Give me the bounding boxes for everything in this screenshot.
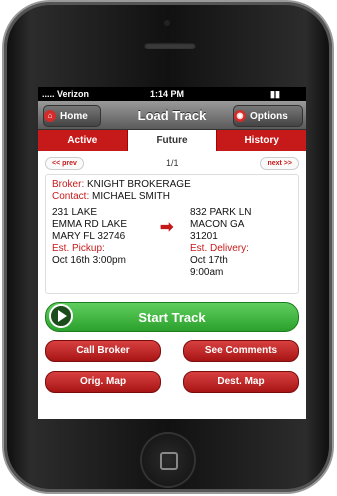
- start-track-button[interactable]: Start Track: [45, 302, 299, 332]
- content-area: << prev 1/1 next >> Broker: KNIGHT BROKE…: [38, 151, 306, 406]
- load-card[interactable]: Broker: KNIGHT BROKERAGE Contact: MICHAE…: [45, 174, 299, 294]
- call-broker-button[interactable]: Call Broker: [45, 340, 161, 362]
- clock-text: 1:14 PM: [150, 89, 185, 99]
- status-bar: ..... Verizon 1:14 PM ▮▮: [38, 87, 306, 101]
- tab-future[interactable]: Future: [127, 130, 218, 151]
- contact-line: Contact: MICHAEL SMITH: [52, 191, 292, 203]
- pickup-time: Oct 16th 3:00pm: [52, 255, 126, 266]
- start-track-label: Start Track: [138, 309, 206, 325]
- page-indicator: 1/1: [165, 158, 179, 168]
- orig-map-button[interactable]: Orig. Map: [45, 371, 161, 393]
- broker-label: Broker:: [52, 179, 85, 190]
- see-comments-button[interactable]: See Comments: [183, 340, 299, 362]
- speaker-grille: [144, 42, 196, 49]
- origin-line: MARY FL 32746: [52, 231, 126, 242]
- delivery-time: 9:00am: [190, 267, 224, 278]
- pickup-label: Est. Pickup:: [52, 243, 105, 254]
- destination-column: 832 PARK LN MACON GA 31201 Est. Delivery…: [190, 207, 285, 279]
- contact-label: Contact:: [52, 191, 90, 202]
- battery-icon: ▮▮: [270, 89, 280, 99]
- pager: << prev 1/1 next >>: [45, 155, 299, 171]
- dest-map-button[interactable]: Dest. Map: [183, 371, 299, 393]
- next-button[interactable]: next >>: [260, 156, 299, 170]
- arrow-right-icon: ➡: [160, 219, 174, 236]
- tab-active[interactable]: Active: [38, 130, 128, 151]
- origin-line: EMMA RD LAKE: [52, 219, 128, 230]
- origin-column: 231 LAKE EMMA RD LAKE MARY FL 32746 Est.…: [52, 207, 147, 267]
- dest-line: MACON GA: [190, 219, 245, 230]
- carrier-text: ..... Verizon: [42, 89, 90, 99]
- broker-name: KNIGHT BROKERAGE: [87, 179, 191, 190]
- delivery-date: Oct 17th: [190, 255, 228, 266]
- dest-line: 832 PARK LN: [190, 207, 252, 218]
- tab-bar: Active Future History: [38, 130, 306, 151]
- route: 231 LAKE EMMA RD LAKE MARY FL 32746 Est.…: [52, 207, 292, 289]
- origin-line: 231 LAKE: [52, 207, 98, 218]
- delivery-label: Est. Delivery:: [190, 243, 249, 254]
- contact-name: MICHAEL SMITH: [92, 191, 170, 202]
- options-button-label: Options: [250, 110, 288, 122]
- phone-frame: ..... Verizon 1:14 PM ▮▮ ⌂ Home Load Tra…: [4, 2, 332, 492]
- dest-line: 31201: [190, 231, 218, 242]
- broker-line: Broker: KNIGHT BROKERAGE: [52, 179, 292, 191]
- play-icon: [49, 304, 73, 328]
- home-hardware-button[interactable]: [142, 434, 194, 486]
- action-row-1: Call Broker See Comments: [45, 340, 299, 362]
- options-button[interactable]: ◉ Options: [233, 105, 303, 127]
- tab-history[interactable]: History: [217, 130, 306, 151]
- prev-button[interactable]: << prev: [45, 156, 84, 170]
- camera-icon: [164, 20, 170, 26]
- nav-bar: ⌂ Home Load Track ◉ Options: [38, 101, 306, 130]
- screen: ..... Verizon 1:14 PM ▮▮ ⌂ Home Load Tra…: [38, 87, 306, 419]
- action-row-2: Orig. Map Dest. Map: [45, 371, 299, 393]
- options-icon: ◉: [234, 110, 246, 122]
